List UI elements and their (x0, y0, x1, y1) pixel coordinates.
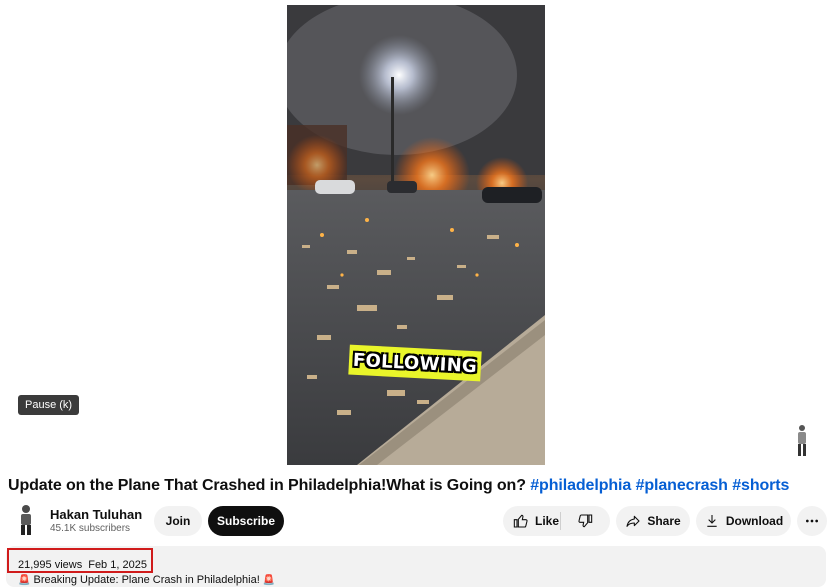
description-text: Breaking Update: Plane Crash in Philadel… (33, 574, 260, 586)
share-label: Share (647, 514, 681, 528)
video-frame[interactable]: FOLLOWING (287, 5, 545, 465)
hashtag-link[interactable]: #shorts (732, 477, 789, 494)
upload-date: Feb 1, 2025 (88, 559, 147, 571)
video-title-text: Update on the Plane That Crashed in Phil… (8, 477, 526, 494)
download-label: Download (725, 514, 784, 528)
description-first-line: 🚨 Breaking Update: Plane Crash in Philad… (18, 574, 275, 586)
hashtag-link[interactable]: #philadelphia (530, 477, 631, 494)
download-button[interactable]: Download (696, 506, 791, 536)
subscriber-count: 45.1K subscribers (50, 523, 131, 534)
share-arrow-icon (626, 515, 640, 527)
share-button[interactable]: Share (616, 506, 690, 536)
more-horizontal-icon (806, 519, 818, 523)
dislike-button[interactable] (561, 506, 609, 536)
join-button[interactable]: Join (154, 506, 202, 536)
hashtag-link[interactable]: #planecrash (636, 477, 728, 494)
video-player[interactable]: FOLLOWING Pause (k) (0, 0, 835, 467)
like-label: Like (535, 514, 560, 528)
siren-emoji: 🚨 (262, 575, 276, 586)
siren-emoji: 🚨 (18, 575, 31, 586)
subscribe-button[interactable]: Subscribe (208, 506, 284, 536)
like-button[interactable]: Like (503, 506, 560, 536)
like-dislike-group: Like (503, 506, 610, 536)
video-title: Update on the Plane That Crashed in Phil… (8, 477, 828, 495)
view-count: 21,995 views (18, 559, 83, 571)
channel-avatar[interactable] (12, 504, 40, 536)
video-scene (287, 5, 545, 465)
thumbs-up-icon (513, 514, 528, 528)
thumbs-down-icon (578, 514, 593, 528)
person-figure-icon (798, 425, 806, 456)
video-stats: 21,995 views Feb 1, 2025 (18, 559, 153, 571)
download-icon (707, 515, 717, 527)
channel-name[interactable]: Hakan Tuluhan (50, 507, 142, 522)
more-actions-button[interactable] (797, 506, 827, 536)
pause-tooltip: Pause (k) (18, 395, 80, 415)
